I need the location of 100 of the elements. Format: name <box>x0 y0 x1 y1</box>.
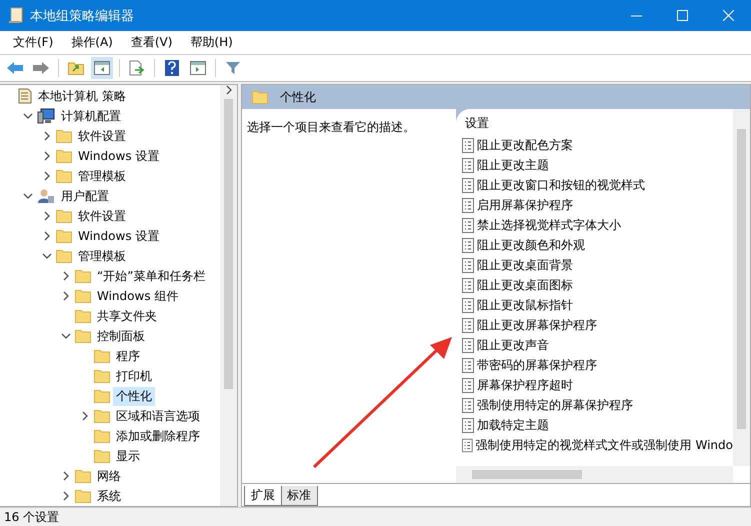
folder-icon <box>56 169 72 183</box>
tree-item[interactable]: Windows 设置 <box>75 146 162 166</box>
chevron-right-icon[interactable] <box>42 211 52 221</box>
folder-icon <box>75 309 91 323</box>
tree-item[interactable]: Windows 设置 <box>75 226 162 246</box>
chevron-right-icon[interactable] <box>42 151 52 161</box>
tree-item[interactable]: Windows 组件 <box>94 286 182 306</box>
view-tab[interactable]: 标准 <box>280 486 318 506</box>
document-icon <box>18 88 32 104</box>
chevron-right-icon[interactable] <box>224 85 234 95</box>
folder-icon <box>94 389 110 403</box>
maximize-icon <box>676 10 688 21</box>
folder-icon <box>94 409 110 423</box>
description-text: 选择一个项目来查看它的描述。 <box>247 120 415 134</box>
tree-item[interactable]: 软件设置 <box>75 206 129 226</box>
tree-item[interactable]: 用户配置 <box>58 186 112 206</box>
status-text: 16 个设置 <box>4 508 60 526</box>
tree-item[interactable]: 控制面板 <box>94 326 148 346</box>
folder-icon <box>94 449 110 463</box>
folder-icon <box>56 209 72 223</box>
computer-icon <box>37 108 55 124</box>
setting-item[interactable]: 带密码的屏幕保护程序 <box>477 356 597 374</box>
setting-item[interactable]: 加载特定主题 <box>477 416 549 434</box>
setting-item[interactable]: 强制使用特定的视觉样式文件或强制使用 Windo <box>476 436 733 454</box>
tree-item[interactable]: 打印机 <box>113 366 155 386</box>
setting-icon <box>462 138 474 152</box>
chevron-down-icon[interactable] <box>42 251 52 261</box>
folder-icon <box>75 289 91 303</box>
tree-item[interactable]: 区域和语言选项 <box>113 406 203 426</box>
chevron-down-icon[interactable] <box>61 331 71 341</box>
setting-icon <box>462 178 474 192</box>
tree-item[interactable]: 系统 <box>94 486 124 506</box>
view-tab[interactable]: 扩展 <box>244 486 282 506</box>
folder-icon <box>94 349 110 363</box>
chevron-down-icon[interactable] <box>23 191 33 201</box>
chevron-right-icon[interactable] <box>42 171 52 181</box>
column-header[interactable]: 设置 <box>465 115 733 135</box>
window-title: 本地组策略编辑器 <box>30 8 135 24</box>
setting-item[interactable]: 启用屏幕保护程序 <box>477 196 573 214</box>
setting-icon <box>462 278 474 292</box>
menu-item[interactable]: 文件(F) <box>4 34 62 51</box>
chevron-right-icon[interactable] <box>61 491 71 501</box>
setting-icon <box>462 258 474 272</box>
setting-item[interactable]: 屏幕保护程序超时 <box>477 376 573 394</box>
menu-item[interactable]: 操作(A) <box>62 34 122 51</box>
tree-item[interactable]: 管理模板 <box>75 166 129 186</box>
setting-item[interactable]: 阻止更改主题 <box>477 156 549 174</box>
chevron-right-icon[interactable] <box>42 131 52 141</box>
setting-icon <box>462 198 474 212</box>
folder-icon <box>56 229 72 243</box>
folder-icon <box>56 129 72 143</box>
setting-icon <box>462 418 474 432</box>
setting-icon <box>462 318 474 332</box>
setting-icon <box>462 298 474 312</box>
setting-item[interactable]: 阻止更改颜色和外观 <box>477 236 585 254</box>
scrollbar[interactable] <box>220 85 237 506</box>
tree-item[interactable]: 本地计算机 策略 <box>35 86 129 106</box>
folder-icon <box>94 429 110 443</box>
setting-item[interactable]: 阻止更改鼠标指针 <box>477 296 573 314</box>
setting-item[interactable]: 阻止更改声音 <box>477 336 549 354</box>
tree-item[interactable]: 软件设置 <box>75 126 129 146</box>
app-icon <box>8 6 24 24</box>
folder-icon <box>94 369 110 383</box>
setting-icon <box>462 338 474 352</box>
tree-item[interactable]: 管理模板 <box>75 246 129 266</box>
chevron-down-icon[interactable] <box>23 111 33 121</box>
setting-item[interactable]: 阻止更改桌面图标 <box>477 276 573 294</box>
horizontal-scrollbar[interactable] <box>456 466 733 483</box>
setting-item[interactable]: 强制使用特定的屏幕保护程序 <box>477 396 633 414</box>
menu-item[interactable]: 帮助(H) <box>181 34 242 51</box>
tree-item[interactable]: 程序 <box>113 346 143 366</box>
menu-item[interactable]: 查看(V) <box>122 34 182 51</box>
setting-icon <box>462 438 473 452</box>
folder-icon <box>75 469 91 483</box>
chevron-right-icon[interactable] <box>61 271 71 281</box>
scrollbar[interactable] <box>733 109 750 466</box>
folder-icon <box>75 489 91 503</box>
setting-item[interactable]: 禁止选择视觉样式字体大小 <box>477 216 621 234</box>
chevron-right-icon[interactable] <box>42 231 52 241</box>
setting-item[interactable]: 阻止更改桌面背景 <box>477 256 573 274</box>
setting-item[interactable]: 阻止更改屏幕保护程序 <box>477 316 597 334</box>
setting-icon <box>462 238 474 252</box>
chevron-right-icon[interactable] <box>61 471 71 481</box>
tree-item[interactable]: 添加或删除程序 <box>113 426 203 446</box>
setting-icon <box>462 378 474 392</box>
show-tree-button[interactable] <box>91 57 113 79</box>
tree-item[interactable]: 计算机配置 <box>58 106 124 126</box>
setting-icon <box>462 218 474 232</box>
tree-item[interactable]: 显示 <box>113 446 143 466</box>
minimize-icon <box>630 14 642 16</box>
close-icon <box>722 10 734 21</box>
chevron-right-icon[interactable] <box>80 411 90 421</box>
setting-item[interactable]: 阻止更改窗口和按钮的视觉样式 <box>477 176 645 194</box>
tree-item[interactable]: 个性化 <box>113 386 155 406</box>
tree-item[interactable]: 共享文件夹 <box>94 306 160 326</box>
chevron-right-icon[interactable] <box>61 291 71 301</box>
folder-icon <box>56 149 72 163</box>
tree-item[interactable]: “开始”菜单和任务栏 <box>94 266 208 286</box>
tree-item[interactable]: 网络 <box>94 466 124 486</box>
setting-item[interactable]: 阻止更改配色方案 <box>477 136 573 154</box>
